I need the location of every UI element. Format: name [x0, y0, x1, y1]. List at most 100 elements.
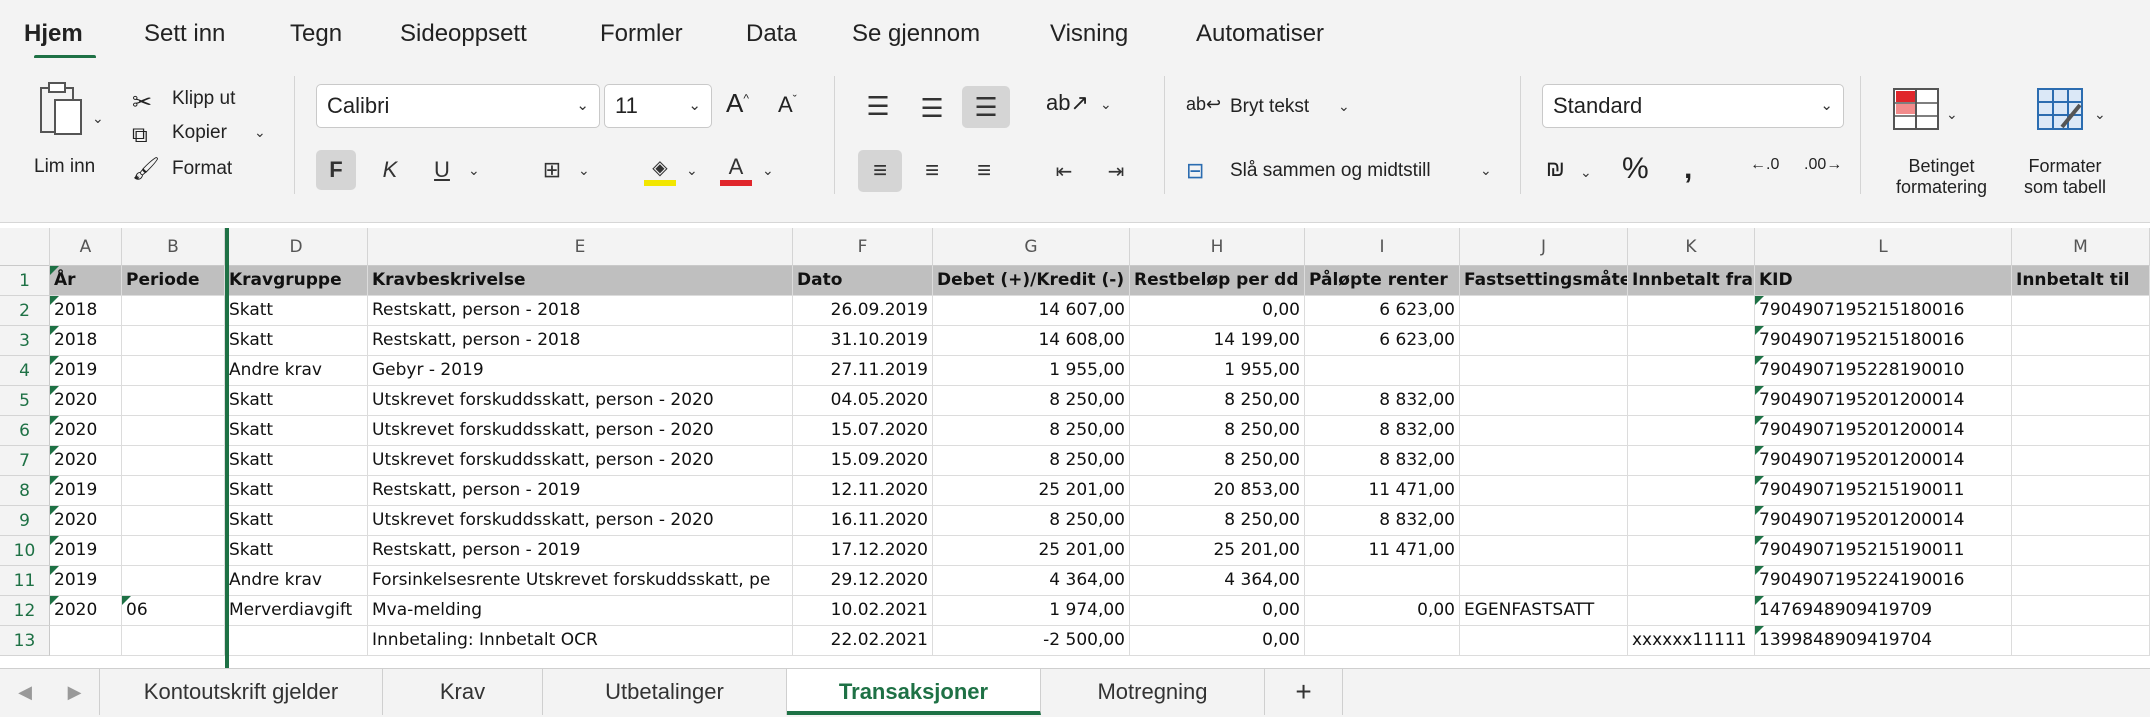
table-cell[interactable]: Innbetaling: Innbetalt OCR [368, 626, 793, 656]
table-cell[interactable]: 15.09.2020 [793, 446, 933, 476]
table-cell[interactable]: 2020 [50, 596, 122, 626]
table-cell[interactable]: Restskatt, person - 2019 [368, 536, 793, 566]
table-cell[interactable]: 2019 [50, 536, 122, 566]
table-cell[interactable] [1628, 386, 1755, 416]
table-cell[interactable] [1460, 386, 1628, 416]
table-cell[interactable]: 14 199,00 [1130, 326, 1305, 356]
row-header-3[interactable]: 3 [0, 326, 50, 356]
table-cell[interactable]: 17.12.2020 [793, 536, 933, 566]
select-all-corner[interactable] [0, 228, 50, 266]
table-cell[interactable] [1305, 566, 1460, 596]
table-cell[interactable] [2012, 506, 2150, 536]
sheet-tab-motregning[interactable]: Motregning [1041, 669, 1265, 715]
column-title-cell[interactable]: Innbetalt fra [1628, 266, 1755, 296]
row-header-13[interactable]: 13 [0, 626, 50, 656]
table-cell[interactable] [1628, 446, 1755, 476]
table-cell[interactable] [1460, 416, 1628, 446]
align-left-icon[interactable]: ≡ [858, 150, 902, 192]
row-header-8[interactable]: 8 [0, 476, 50, 506]
table-cell[interactable] [1628, 476, 1755, 506]
bold-button[interactable]: F [316, 150, 356, 190]
table-cell[interactable] [2012, 566, 2150, 596]
table-cell[interactable] [1628, 296, 1755, 326]
scroll-right-icon[interactable]: ▶ [50, 669, 100, 715]
table-cell[interactable]: 7904907195215180016 [1755, 326, 2012, 356]
table-cell[interactable]: 7904907195228190010 [1755, 356, 2012, 386]
format-as-table-icon[interactable] [2034, 84, 2086, 134]
conditional-formatting-icon[interactable] [1890, 84, 1942, 134]
table-cell[interactable] [2012, 536, 2150, 566]
table-cell[interactable]: 7904907195215190011 [1755, 536, 2012, 566]
table-cell[interactable]: 1 974,00 [933, 596, 1130, 626]
table-cell[interactable] [1628, 416, 1755, 446]
table-cell[interactable]: 27.11.2019 [793, 356, 933, 386]
table-cell[interactable]: 14 607,00 [933, 296, 1130, 326]
table-cell[interactable]: 2020 [50, 506, 122, 536]
table-cell[interactable]: 8 250,00 [933, 386, 1130, 416]
table-cell[interactable]: 0,00 [1305, 596, 1460, 626]
increase-indent-icon[interactable]: ⇥ [1096, 150, 1136, 192]
borders-icon[interactable]: ⊞ [532, 150, 572, 190]
table-cell[interactable]: 4 364,00 [933, 566, 1130, 596]
table-cell[interactable]: Skatt [225, 386, 368, 416]
table-cell[interactable]: 29.12.2020 [793, 566, 933, 596]
table-cell[interactable]: Restskatt, person - 2018 [368, 326, 793, 356]
column-title-cell[interactable]: Kravgruppe [225, 266, 368, 296]
table-cell[interactable]: 8 250,00 [933, 446, 1130, 476]
table-cell[interactable]: 8 250,00 [933, 416, 1130, 446]
table-cell[interactable] [122, 536, 225, 566]
add-sheet-button[interactable]: + [1265, 669, 1343, 715]
table-cell[interactable] [1628, 536, 1755, 566]
table-cell[interactable]: 6 623,00 [1305, 296, 1460, 326]
table-cell[interactable]: 14 608,00 [933, 326, 1130, 356]
table-cell[interactable]: 25 201,00 [933, 476, 1130, 506]
tab-automatiser[interactable]: Automatiser [1196, 20, 1324, 48]
table-cell[interactable] [1628, 566, 1755, 596]
table-cell[interactable]: 2019 [50, 566, 122, 596]
copy-button[interactable]: Kopier [172, 122, 227, 144]
table-cell[interactable] [122, 476, 225, 506]
table-cell[interactable]: 25 201,00 [1130, 536, 1305, 566]
column-header-g[interactable]: G [933, 228, 1130, 266]
sheet-tab-kontoutskrift[interactable]: Kontoutskrift gjelder [100, 669, 383, 715]
increase-font-icon[interactable]: A^ [726, 88, 749, 119]
row-header-1[interactable]: 1 [0, 266, 50, 296]
table-cell[interactable] [1305, 356, 1460, 386]
format-table-chevron-icon[interactable]: ⌄ [2094, 106, 2106, 123]
column-header-a[interactable]: A [50, 228, 122, 266]
font-name-select[interactable]: Calibri ⌄ [316, 84, 600, 128]
table-cell[interactable]: Restskatt, person - 2018 [368, 296, 793, 326]
copy-chevron-icon[interactable]: ⌄ [254, 124, 266, 141]
fill-color-chevron-icon[interactable]: ⌄ [686, 162, 698, 179]
row-header-10[interactable]: 10 [0, 536, 50, 566]
conditional-formatting-button[interactable]: Betinget formatering [1896, 156, 1987, 198]
column-title-cell[interactable]: Dato [793, 266, 933, 296]
table-cell[interactable] [225, 626, 368, 656]
borders-chevron-icon[interactable]: ⌄ [578, 162, 590, 179]
column-title-cell[interactable]: Innbetalt til [2012, 266, 2150, 296]
table-cell[interactable] [122, 326, 225, 356]
table-cell[interactable] [122, 296, 225, 326]
tab-hjem[interactable]: Hjem [24, 20, 83, 48]
table-cell[interactable] [1460, 356, 1628, 386]
table-cell[interactable]: 22.02.2021 [793, 626, 933, 656]
wrap-text-chevron-icon[interactable]: ⌄ [1338, 98, 1350, 115]
column-title-cell[interactable]: Periode [122, 266, 225, 296]
table-cell[interactable]: 11 471,00 [1305, 536, 1460, 566]
fill-color-icon[interactable]: ◈ [640, 148, 680, 192]
align-middle-icon[interactable]: ☰ [912, 88, 952, 128]
scroll-left-icon[interactable]: ◀ [0, 669, 50, 715]
cut-button[interactable]: Klipp ut [172, 88, 235, 110]
table-cell[interactable] [122, 626, 225, 656]
table-cell[interactable]: 1 955,00 [933, 356, 1130, 386]
column-title-cell[interactable]: År [50, 266, 122, 296]
table-cell[interactable]: 1476948909419709 [1755, 596, 2012, 626]
table-cell[interactable]: 1 955,00 [1130, 356, 1305, 386]
table-cell[interactable]: Andre krav [225, 566, 368, 596]
table-cell[interactable] [1460, 536, 1628, 566]
conditional-chevron-icon[interactable]: ⌄ [1946, 106, 1958, 123]
table-cell[interactable]: 7904907195201200014 [1755, 446, 2012, 476]
table-cell[interactable] [2012, 386, 2150, 416]
table-cell[interactable] [50, 626, 122, 656]
column-title-cell[interactable]: Fastsettingsmåte [1460, 266, 1628, 296]
